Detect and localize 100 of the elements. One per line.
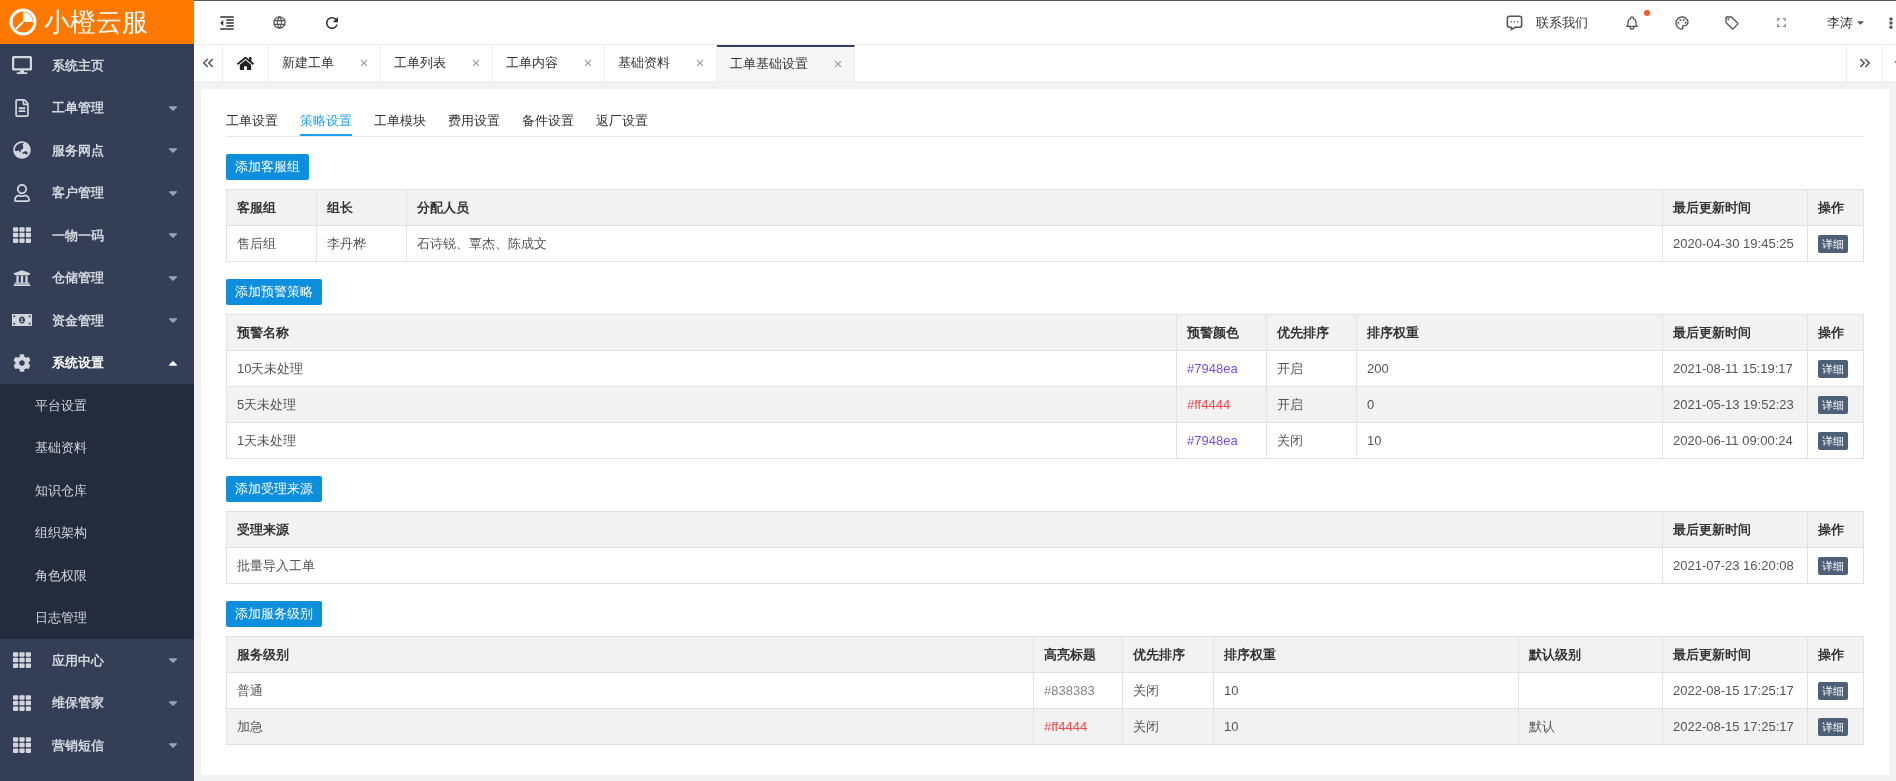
contact-link[interactable]: 联系我们 — [1536, 12, 1588, 33]
table-cell: 关闭 — [1122, 672, 1214, 709]
monitor-icon — [12, 56, 32, 75]
column-header: 客服组 — [226, 189, 317, 226]
table-cell: 开启 — [1266, 386, 1357, 423]
add-button[interactable]: 添加客服组 — [226, 154, 309, 180]
document-icon — [12, 98, 32, 117]
column-header: 预警颜色 — [1176, 314, 1267, 351]
sidebar-item[interactable]: 应用中心 — [0, 639, 194, 682]
color-code: #ff4444 — [1187, 396, 1231, 412]
column-header: 操作 — [1807, 189, 1864, 226]
sidebar-item[interactable]: 客户管理 — [0, 171, 194, 214]
table-cell: 关闭 — [1266, 422, 1357, 459]
table-cell: 2021-08-11 15:19:17 — [1662, 350, 1808, 387]
page-tab[interactable]: 工单内容 — [493, 45, 605, 81]
table-cell: 2022-08-15 17:25:17 — [1662, 672, 1808, 709]
page-tab[interactable]: 工单基础设置 — [717, 45, 855, 81]
detail-button[interactable]: 详细 — [1818, 557, 1848, 576]
close-icon[interactable] — [358, 57, 370, 69]
column-header: 服务级别 — [226, 636, 1034, 673]
more-icon[interactable] — [1888, 16, 1894, 29]
table-cell: 1天未处理 — [226, 422, 1177, 459]
menu-icon[interactable] — [218, 13, 236, 32]
sidebar-item[interactable]: 系统主页 — [0, 44, 194, 87]
table-cell: 加急 — [226, 708, 1034, 745]
settings-tab[interactable]: 工单设置 — [226, 107, 278, 136]
globe-icon — [12, 141, 32, 160]
sidebar-item[interactable]: 服务网点 — [0, 129, 194, 172]
submenu-item[interactable]: 平台设置 — [0, 384, 194, 427]
column-header: 操作 — [1807, 636, 1864, 673]
column-header: 最后更新时间 — [1662, 189, 1808, 226]
column-header: 高亮标题 — [1033, 636, 1123, 673]
color-code: #ff4444 — [1044, 718, 1088, 734]
sidebar-item[interactable]: 维保管家 — [0, 681, 194, 724]
palette-icon[interactable] — [1674, 14, 1690, 31]
color-code: #7948ea — [1187, 360, 1238, 376]
column-header: 最后更新时间 — [1662, 636, 1808, 673]
settings-tab[interactable]: 工单模块 — [374, 107, 426, 136]
settings-tab[interactable]: 备件设置 — [522, 107, 574, 136]
user-icon — [12, 183, 32, 202]
logo-icon — [8, 7, 38, 37]
tag-icon[interactable] — [1724, 14, 1740, 31]
column-header: 操作 — [1807, 314, 1864, 351]
sidebar-item[interactable]: 工单管理 — [0, 86, 194, 129]
table-cell: 普通 — [226, 672, 1034, 709]
table-cell: 2021-05-13 19:52:23 — [1662, 386, 1808, 423]
settings-tab[interactable]: 返厂设置 — [596, 107, 648, 136]
close-icon[interactable] — [470, 57, 482, 69]
color-code: #838383 — [1044, 682, 1095, 698]
sidebar-item[interactable]: 营销短信 — [0, 724, 194, 767]
table-cell: 10 — [1356, 422, 1663, 459]
table-cell: 200 — [1356, 350, 1663, 387]
user-menu[interactable]: 李涛 — [1827, 12, 1866, 33]
column-header: 组长 — [316, 189, 407, 226]
detail-button[interactable]: 详细 — [1818, 718, 1848, 737]
table-cell: 0 — [1356, 386, 1663, 423]
column-header: 预警名称 — [226, 314, 1177, 351]
home-icon — [237, 54, 254, 72]
column-header: 优先排序 — [1122, 636, 1214, 673]
column-header: 操作 — [1807, 511, 1864, 548]
table-cell: 批量导入工单 — [226, 547, 1663, 584]
add-button[interactable]: 添加预警策略 — [226, 279, 322, 305]
close-icon[interactable] — [582, 57, 594, 69]
sidebar-item[interactable]: 资金管理 — [0, 299, 194, 342]
detail-button[interactable]: 详细 — [1818, 396, 1848, 415]
settings-tab[interactable]: 费用设置 — [448, 107, 500, 136]
submenu-item[interactable]: 知识仓库 — [0, 469, 194, 512]
column-header: 最后更新时间 — [1662, 314, 1808, 351]
page-tab[interactable]: 新建工单 — [269, 45, 381, 81]
table-cell: 2020-06-11 09:00:24 — [1662, 422, 1808, 459]
bank-icon — [12, 268, 32, 287]
submenu-item[interactable]: 角色权限 — [0, 554, 194, 597]
table-cell: 2022-08-15 17:25:17 — [1662, 708, 1808, 745]
detail-button[interactable]: 详细 — [1818, 682, 1848, 701]
fullscreen-icon[interactable] — [1774, 15, 1789, 30]
table-cell: 10天未处理 — [226, 350, 1177, 387]
globe-icon[interactable] — [272, 15, 287, 30]
add-button[interactable]: 添加服务级别 — [226, 601, 322, 627]
detail-button[interactable]: 详细 — [1818, 432, 1848, 451]
submenu-item[interactable]: 日志管理 — [0, 596, 194, 639]
detail-button[interactable]: 详细 — [1818, 360, 1848, 379]
column-header: 受理来源 — [226, 511, 1663, 548]
page-tab[interactable]: 工单列表 — [381, 45, 493, 81]
column-header: 排序权重 — [1356, 314, 1663, 351]
column-header: 排序权重 — [1213, 636, 1519, 673]
sidebar-item[interactable]: 仓储管理 — [0, 256, 194, 299]
table-cell: 默认 — [1518, 708, 1663, 745]
table-cell: 5天未处理 — [226, 386, 1177, 423]
chat-icon[interactable] — [1505, 13, 1524, 32]
sidebar-item[interactable]: 一物一码 — [0, 214, 194, 257]
column-header: 最后更新时间 — [1662, 511, 1808, 548]
bell-icon[interactable] — [1624, 14, 1640, 31]
submenu-item[interactable]: 基础资料 — [0, 426, 194, 469]
submenu-item[interactable]: 组织架构 — [0, 511, 194, 554]
grid-icon — [12, 693, 32, 712]
close-icon[interactable] — [694, 57, 706, 69]
detail-button[interactable]: 详细 — [1818, 235, 1848, 254]
logo-text: 小橙云服 — [44, 9, 148, 35]
sidebar-item[interactable]: 系统设置 — [0, 341, 194, 384]
add-button[interactable]: 添加受理来源 — [226, 476, 322, 502]
